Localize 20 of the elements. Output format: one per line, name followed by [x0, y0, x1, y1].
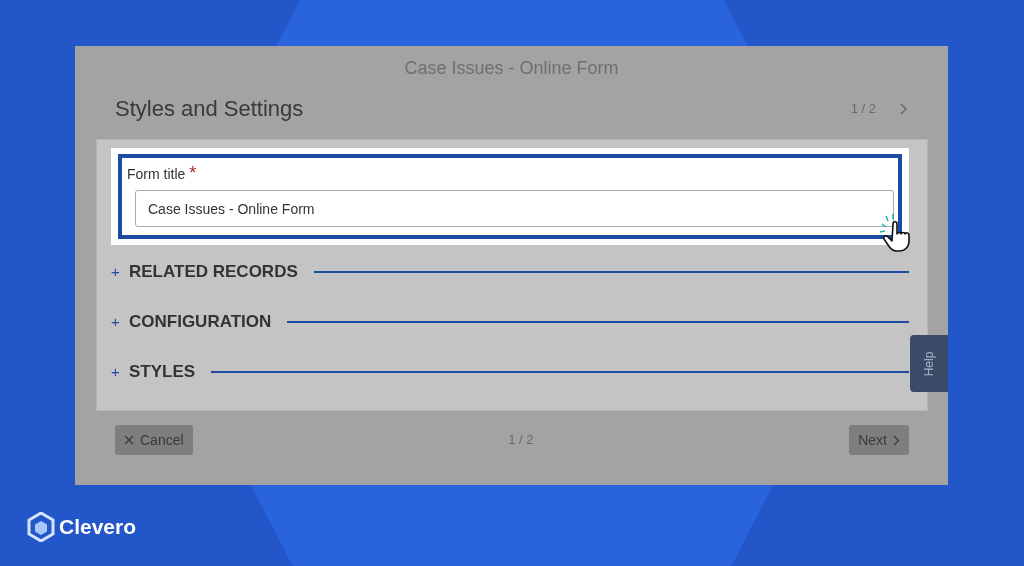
help-tab[interactable]: Help	[910, 335, 948, 392]
cube-logo-icon	[27, 511, 55, 542]
brand-name: Clevero	[59, 514, 137, 540]
section-title[interactable]: STYLES	[129, 359, 196, 385]
next-button[interactable]: Next	[849, 425, 909, 455]
section-heading: Styles and Settings	[115, 95, 304, 123]
expand-toggle[interactable]: +	[111, 360, 121, 384]
section-title[interactable]: CONFIGURATION	[129, 309, 272, 335]
chevron-right-icon	[893, 434, 900, 446]
cancel-button[interactable]: Cancel	[115, 425, 193, 455]
field-label: Form title	[127, 165, 186, 184]
expand-toggle[interactable]: +	[111, 260, 121, 284]
page-indicator: 1 / 2	[850, 99, 876, 118]
section-title[interactable]: RELATED RECORDS	[129, 259, 298, 285]
close-icon	[124, 435, 134, 445]
page-indicator: 1 / 2	[508, 431, 534, 450]
required-mark: *	[189, 164, 197, 182]
expand-toggle[interactable]: +	[111, 310, 121, 334]
text-input[interactable]: Case Issues - Online Form	[135, 190, 894, 227]
chevron-right-icon[interactable]	[900, 102, 908, 115]
